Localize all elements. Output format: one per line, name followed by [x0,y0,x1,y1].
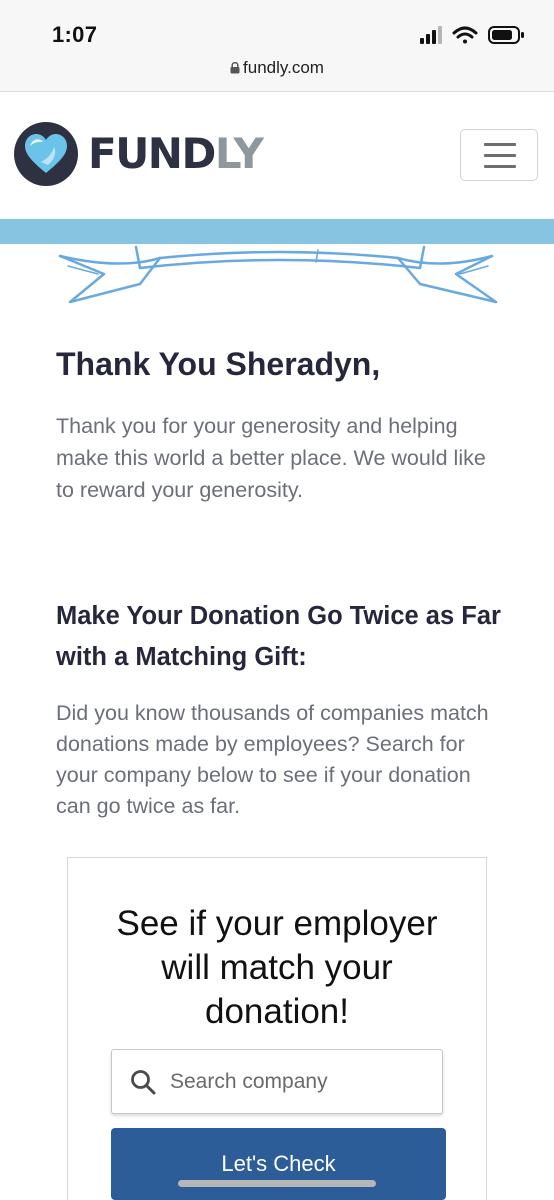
site-header: FUNDLY [0,92,554,218]
heart-logo-icon[interactable] [14,122,78,186]
thank-you-message: Thank you for your generosity and helpin… [56,414,486,502]
employer-match-widget: See if your employer will match your don… [67,857,487,1200]
url-bar[interactable]: fundly.com [0,56,554,92]
url-display[interactable]: fundly.com [0,58,554,78]
matching-gift-heading: Make Your Donation Go Twice as Far with … [56,602,501,671]
ribbon-banner-illustration [58,245,498,304]
lets-check-button[interactable]: Let's Check [111,1128,446,1200]
widget-title: See if your employer will match your don… [116,904,438,1031]
lock-icon [230,62,240,74]
company-search-input[interactable] [168,1060,432,1104]
search-icon [131,1070,156,1095]
wifi-icon [452,26,478,44]
home-indicator [178,1180,376,1187]
logo-wordmark[interactable]: FUNDLY [88,129,264,178]
thank-you-title: Thank You Sheradyn, [56,346,381,382]
logo-text-primary: FUND [88,129,216,178]
status-icons [420,26,524,44]
menu-button[interactable] [460,129,538,181]
header-accent-strip [0,219,554,244]
company-search-box[interactable] [111,1049,443,1114]
logo-text-secondary: LY [214,129,264,178]
status-time: 1:07 [52,22,98,47]
cellular-signal-icon [420,26,442,44]
matching-gift-description: Did you know thousands of companies matc… [56,701,489,818]
battery-icon [488,26,524,44]
status-bar: 1:07 [0,0,554,56]
url-text: fundly.com [243,58,324,77]
page: 1:07 fundly.com FUNDLY Thank You Sherady… [0,0,554,1200]
